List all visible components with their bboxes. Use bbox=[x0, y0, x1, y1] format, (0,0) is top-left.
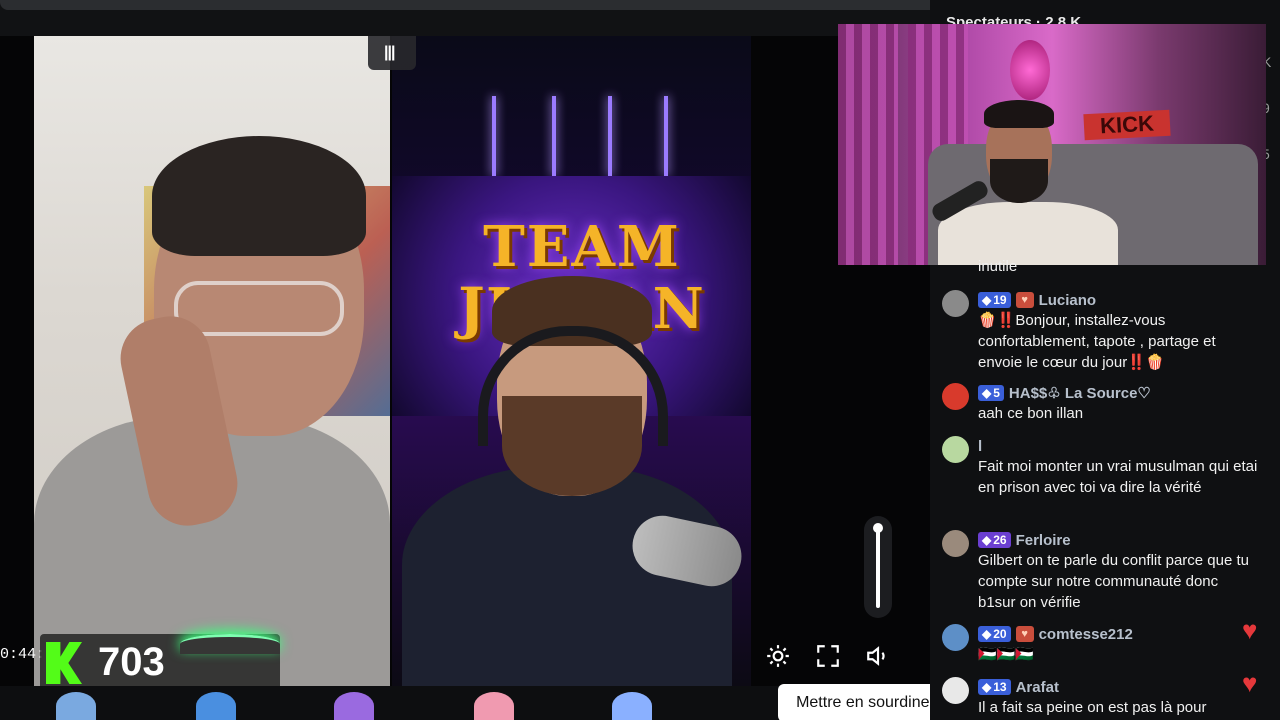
diamond-icon: ◆ bbox=[982, 680, 992, 694]
avatar[interactable] bbox=[942, 530, 969, 557]
emote-icon[interactable] bbox=[56, 692, 96, 720]
volume-track[interactable] bbox=[876, 528, 880, 608]
message-text: 🇵🇸🇵🇸🇵🇸 bbox=[978, 646, 1035, 663]
message-header: l bbox=[978, 436, 982, 456]
message-header: ◆ 19 ♥ Luciano bbox=[978, 290, 1096, 310]
avatar[interactable] bbox=[942, 383, 969, 410]
host-camera: TEAM JULIAN bbox=[392, 36, 751, 686]
gifter-heart-icon: ♥ bbox=[1015, 626, 1034, 642]
avatar[interactable] bbox=[942, 677, 969, 704]
message-text: 🍿‼️Bonjour, installez-vous confortableme… bbox=[978, 312, 1216, 371]
message-header: ◆ 5 HA$$♧ La Source♡ bbox=[978, 383, 1151, 403]
avatar[interactable] bbox=[942, 624, 969, 651]
username[interactable]: HA$$♧ La Source♡ bbox=[1009, 384, 1151, 402]
audio-bars-icon: ||| bbox=[384, 44, 395, 61]
subscriber-months: 20 bbox=[993, 627, 1007, 641]
diamond-icon: ◆ bbox=[982, 293, 992, 307]
subscriber-badge: ◆ 20 bbox=[978, 626, 1011, 642]
streamer-pip-camera: KICK bbox=[838, 24, 1266, 265]
subscriber-badge: ◆ 5 bbox=[978, 385, 1004, 401]
streamer-hair bbox=[984, 100, 1054, 128]
username[interactable]: comtesse212 bbox=[1039, 626, 1133, 643]
diamond-icon: ◆ bbox=[982, 627, 992, 641]
subscriber-months: 26 bbox=[993, 533, 1007, 547]
avatar[interactable] bbox=[942, 436, 969, 463]
message-header: ◆ 26 Ferloire bbox=[978, 530, 1071, 550]
volume-knob[interactable] bbox=[873, 523, 883, 533]
username[interactable]: Ferloire bbox=[1016, 532, 1071, 549]
fullscreen-button[interactable] bbox=[812, 640, 844, 672]
avatar[interactable] bbox=[942, 290, 969, 317]
emote-icon[interactable] bbox=[196, 692, 236, 720]
neon-light bbox=[608, 96, 612, 176]
subscriber-badge: ◆ 26 bbox=[978, 532, 1011, 548]
message-header: ◆ 20 ♥ comtesse212 bbox=[978, 624, 1133, 644]
audio-indicator: ||| bbox=[368, 36, 416, 70]
fullscreen-icon bbox=[817, 645, 839, 667]
volume-slider[interactable] bbox=[864, 516, 892, 618]
emote-icon[interactable] bbox=[612, 692, 652, 720]
emote-icon[interactable] bbox=[474, 692, 514, 720]
neon-light bbox=[664, 96, 668, 176]
neon-light bbox=[552, 96, 556, 176]
message-text: Gilbert on te parle du conflit parce que… bbox=[978, 552, 1249, 611]
volume-icon bbox=[867, 646, 885, 666]
curtain bbox=[838, 24, 898, 265]
stream-page: TEAM JULIAN ||| 0:44:1 703 bbox=[0, 0, 1280, 720]
mute-button[interactable] bbox=[862, 640, 894, 672]
diamond-icon: ◆ bbox=[982, 533, 992, 547]
subscriber-months: 19 bbox=[993, 293, 1007, 307]
message-text: Il a fait sa peine on est pas là pour bbox=[978, 699, 1207, 716]
subscriber-months: 13 bbox=[993, 680, 1007, 694]
username[interactable]: Arafat bbox=[1016, 679, 1059, 696]
streamer-beard bbox=[990, 159, 1048, 203]
streamer-body bbox=[938, 202, 1118, 265]
gear-icon bbox=[767, 645, 789, 667]
kick-logo-icon bbox=[46, 642, 82, 684]
viewer-count: 703 bbox=[98, 640, 165, 684]
glow-effect bbox=[180, 634, 280, 654]
emote-icon[interactable] bbox=[334, 692, 374, 720]
guest-camera bbox=[34, 36, 390, 686]
guest-glasses bbox=[174, 281, 344, 336]
message-text: aah ce bon illan bbox=[978, 405, 1084, 422]
subscriber-months: 5 bbox=[993, 386, 1000, 400]
username[interactable]: l bbox=[978, 438, 982, 455]
settings-button[interactable] bbox=[762, 640, 794, 672]
gifter-heart-icon: ♥ bbox=[1015, 292, 1034, 308]
message-text: Fait moi monter un vrai musulman qui eta… bbox=[978, 458, 1258, 496]
kick-sign: KICK bbox=[1083, 109, 1171, 141]
video-player[interactable]: TEAM JULIAN ||| 0:44:1 703 bbox=[0, 36, 930, 690]
neon-light bbox=[492, 96, 496, 176]
message-header: ◆ 13 Arafat bbox=[978, 677, 1059, 697]
diamond-icon: ◆ bbox=[982, 386, 992, 400]
viewer-counter: 703 bbox=[40, 634, 280, 690]
heart-reaction-icon[interactable]: ♥ bbox=[1242, 670, 1270, 696]
subscriber-badge: ◆ 19 bbox=[978, 292, 1011, 308]
chat-message-continuation: inutile bbox=[978, 258, 1018, 275]
guest-hair bbox=[152, 136, 366, 256]
username[interactable]: Luciano bbox=[1039, 292, 1097, 309]
subscriber-badge: ◆ 13 bbox=[978, 679, 1011, 695]
neon-logo bbox=[1010, 40, 1050, 100]
heart-reaction-icon[interactable]: ♥ bbox=[1242, 617, 1270, 643]
